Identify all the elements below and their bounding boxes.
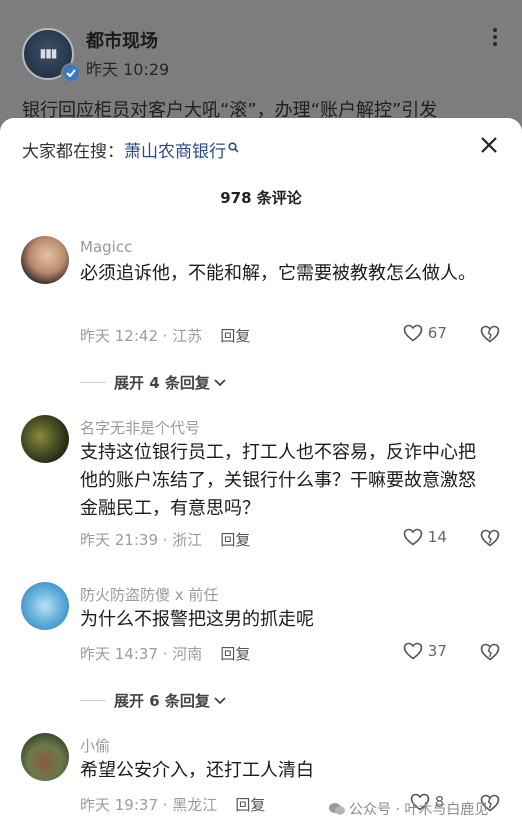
- comment-text: 支持这位银行员工，打工人也不容易，反诈中心把他的账户冻结了，关银行什么事？干嘛要…: [80, 442, 476, 519]
- reply-button[interactable]: 回复: [220, 531, 250, 549]
- close-icon[interactable]: [478, 134, 500, 156]
- broken-heart-icon[interactable]: [480, 529, 500, 549]
- comment-meta: 昨天 12:42 · 江苏 回复: [80, 325, 250, 346]
- comment-time: 昨天 21:39 · 浙江: [80, 531, 203, 549]
- comment-username[interactable]: 小偷: [80, 735, 110, 756]
- verified-badge-icon: [61, 63, 81, 83]
- watermark: 公众号 · 叶木与白鹿见: [328, 799, 488, 819]
- comment-text: 必须追诉他，不能和解，它需要被教教怎么做人。: [80, 263, 476, 284]
- like-count: 14: [427, 528, 447, 546]
- post-time: 昨天 10:29: [86, 60, 170, 79]
- like-button[interactable]: 67: [403, 324, 447, 346]
- comment-username[interactable]: 防火防盗防傻 x 前任: [80, 584, 218, 605]
- like-count: 37: [427, 642, 447, 660]
- comment-count: 978 条评论: [220, 189, 302, 207]
- comment-text: 为什么不报警把这男的抓走呢: [80, 609, 314, 630]
- like-button[interactable]: 37: [403, 642, 447, 664]
- chevron-down-icon: [214, 379, 226, 387]
- avatar[interactable]: [21, 733, 69, 781]
- hot-search-bar: 大家都在搜：萧山农商银行: [22, 137, 239, 162]
- reply-button[interactable]: 回复: [235, 796, 265, 814]
- comment-meta: 昨天 14:37 · 河南 回复: [80, 643, 250, 664]
- expand-replies-label: 展开 4 条回复: [114, 374, 210, 392]
- comment-meta: 昨天 19:37 · 黑龙江 回复: [80, 794, 265, 815]
- avatar[interactable]: [21, 415, 69, 463]
- more-vertical-icon[interactable]: [490, 28, 500, 48]
- chevron-down-icon: [214, 697, 226, 705]
- heart-icon: [403, 528, 423, 546]
- avatar[interactable]: [21, 236, 69, 284]
- expand-replies-button[interactable]: 展开 6 条回复: [80, 690, 227, 711]
- search-icon[interactable]: [228, 138, 239, 158]
- broken-heart-icon[interactable]: [480, 643, 500, 663]
- comment-username[interactable]: 名字无非是个代号: [80, 417, 200, 438]
- comment-meta: 昨天 21:39 · 浙江 回复: [80, 529, 250, 550]
- expand-replies-label: 展开 6 条回复: [114, 692, 210, 710]
- reply-button[interactable]: 回复: [220, 327, 250, 345]
- account-logo: ▮▮▮: [39, 46, 58, 60]
- comment-text: 希望公安介入，还打工人清白: [80, 760, 314, 781]
- avatar[interactable]: [21, 582, 69, 630]
- comment-time: 昨天 12:42 · 江苏: [80, 327, 203, 345]
- heart-icon: [403, 642, 423, 660]
- comment-time: 昨天 19:37 · 黑龙江: [80, 796, 218, 814]
- reply-button[interactable]: 回复: [220, 645, 250, 663]
- comment-time: 昨天 14:37 · 河南: [80, 645, 203, 663]
- expand-replies-button[interactable]: 展开 4 条回复: [80, 372, 227, 393]
- hot-search-link[interactable]: 萧山农商银行: [124, 142, 226, 162]
- comments-sheet: 大家都在搜：萧山农商银行 978 条评论 Magicc 必须追诉他，不能和解，它…: [0, 118, 522, 827]
- heart-icon: [403, 324, 423, 342]
- like-count: 67: [427, 324, 447, 342]
- wechat-icon: [329, 803, 345, 815]
- broken-heart-icon[interactable]: [480, 325, 500, 345]
- like-button[interactable]: 14: [403, 528, 447, 550]
- watermark-text: 公众号 · 叶木与白鹿见: [349, 802, 489, 818]
- hot-search-label: 大家都在搜：: [22, 142, 124, 162]
- account-name[interactable]: 都市现场: [86, 27, 158, 53]
- comment-username[interactable]: Magicc: [80, 238, 132, 256]
